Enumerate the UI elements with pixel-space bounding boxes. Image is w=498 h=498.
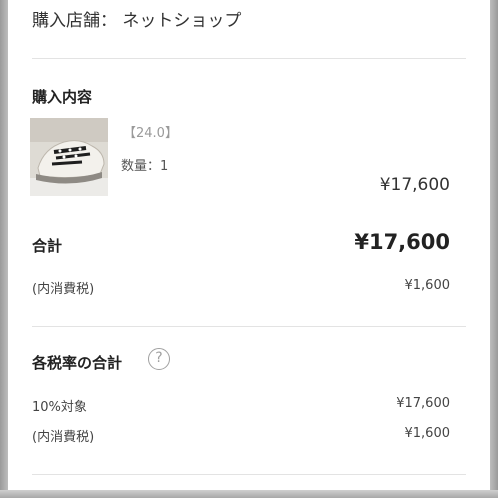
photo-frame-right [490, 0, 498, 498]
receipt-page: 購入店舗： ネットショップ 購入内容 【24.0】 数量：1 ¥17,600 合… [8, 0, 490, 490]
question-circle-icon[interactable]: ? [148, 348, 170, 370]
photo-frame-bottom [0, 490, 498, 498]
item-size: 【24.0】 [123, 126, 178, 141]
tax-rate-row-value: ¥1,600 [404, 426, 451, 441]
store-label: 購入店舗： ネットショップ [32, 11, 242, 31]
photo-frame-left [0, 0, 8, 498]
total-price: ¥17,600 [354, 230, 450, 254]
item-price: ¥17,600 [379, 175, 450, 195]
total-tax-value: ¥1,600 [404, 278, 451, 293]
item-quantity: 数量：1 [121, 159, 169, 174]
sneaker-icon [30, 118, 108, 196]
product-thumbnail[interactable] [30, 118, 108, 196]
tax-rate-row-label: (内消費税) [32, 430, 95, 445]
divider [32, 326, 466, 327]
tax-rate-row-label: 10%対象 [32, 400, 87, 415]
tax-rate-row-value: ¥17,600 [396, 396, 450, 411]
purchase-section-title: 購入内容 [32, 88, 93, 106]
divider [32, 58, 466, 59]
total-label: 合計 [32, 237, 63, 255]
total-tax-label: (内消費税) [32, 282, 95, 297]
divider [32, 474, 466, 475]
tax-rate-title: 各税率の合計 [32, 354, 123, 372]
